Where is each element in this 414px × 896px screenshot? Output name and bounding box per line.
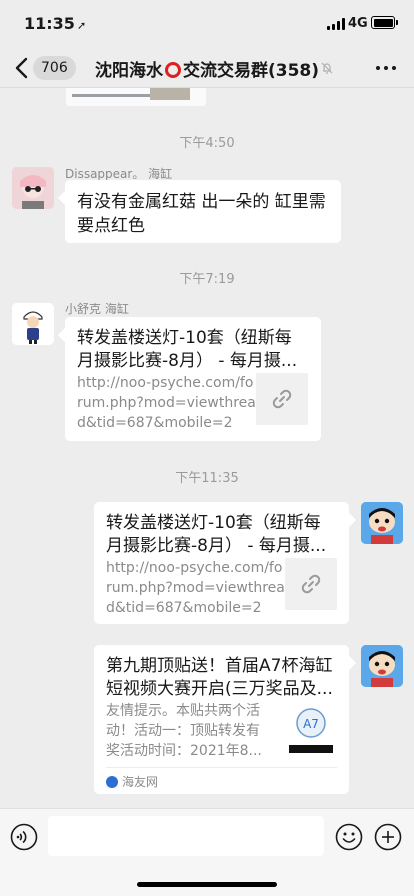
- time-divider: 下午7:19: [179, 272, 235, 287]
- article-card-desc-line: 友情提示。本贴共两个活: [106, 703, 260, 719]
- article-card-desc: 友情提示。本贴共两个活 动！活动一：顶贴转发有 奖活动时间：2021年8...: [106, 701, 262, 761]
- red-circle-icon: [164, 62, 181, 78]
- link-card[interactable]: 转发盖楼送灯-10套（纽斯每 月摄影比赛-8月） - 每月摄... http:/…: [94, 502, 349, 624]
- link-thumbnail: [256, 373, 308, 425]
- status-time: 11:35 ➚: [24, 14, 86, 33]
- article-thumbnail: A7: [283, 701, 339, 757]
- sender-name: 小舒克 海缸: [65, 302, 129, 316]
- link-card-url-line: d&tid=687&mobile=2: [77, 415, 233, 431]
- link-card-title: 转发盖楼送灯-10套（纽斯每 月摄影比赛-8月） - 每月摄...: [106, 512, 326, 558]
- avatar[interactable]: [12, 167, 54, 209]
- svg-text:A7: A7: [303, 717, 319, 731]
- article-card-desc-line: 奖活动时间：2021年8...: [106, 743, 262, 759]
- article-card-desc-line: 动！活动一：顶贴转发有: [106, 723, 260, 739]
- emoji-icon[interactable]: [335, 823, 363, 851]
- signal-icon: [327, 18, 345, 30]
- battery-icon: [371, 16, 398, 29]
- network-type: 4G: [348, 16, 368, 31]
- article-source: 海友网: [106, 773, 158, 790]
- link-card-url-line: http://noo-psyche.com/fo: [77, 375, 254, 391]
- avatar-self-image: [361, 502, 403, 544]
- link-card-url-line: d&tid=687&mobile=2: [106, 600, 262, 616]
- chain-link-icon: [272, 389, 292, 409]
- link-card-url-line: http://noo-psyche.com/fo: [106, 560, 283, 576]
- voice-input-icon[interactable]: [10, 823, 38, 851]
- link-thumbnail: [285, 558, 337, 610]
- link-card-title-line: 转发盖楼送灯-10套（纽斯每: [106, 513, 321, 533]
- chain-link-icon: [301, 574, 321, 594]
- plus-icon[interactable]: [374, 823, 402, 851]
- link-card[interactable]: 转发盖楼送灯-10套（纽斯每 月摄影比赛-8月） - 每月摄... http:/…: [65, 317, 321, 441]
- link-card-url: http://noo-psyche.com/fo rum.php?mod=vie…: [106, 558, 285, 618]
- article-card-title: 第九期顶贴送！首届A7杯海缸 短视频大赛开启(三万奖品及...: [106, 655, 333, 701]
- message-text-line: 要点红色: [77, 216, 145, 236]
- message-text-line: 有没有金属红菇 出一朵的 缸里需: [77, 192, 326, 212]
- source-logo-icon: [106, 776, 118, 788]
- more-options-icon[interactable]: [376, 66, 396, 70]
- avatar-xiaoshuke-image: [12, 303, 54, 345]
- nav-bar: 706 沈阳海水 交流交易群(358): [0, 48, 414, 88]
- avatar[interactable]: [361, 645, 403, 687]
- home-indicator: [137, 882, 277, 887]
- avatar[interactable]: [12, 303, 54, 345]
- link-card-url-line: rum.php?mod=viewthrea: [106, 580, 285, 596]
- article-card-title-line: 第九期顶贴送！首届A7杯海缸: [106, 656, 333, 676]
- avatar-dissappear-image: [12, 167, 54, 209]
- link-card-title-line: 月摄影比赛-8月） - 每月摄...: [77, 351, 298, 371]
- chat-title-part2: 交流交易群(358): [182, 61, 320, 81]
- status-bar: 11:35 ➚ 4G: [0, 0, 414, 48]
- article-card-title-line: 短视频大赛开启(三万奖品及...: [106, 679, 333, 699]
- mute-bell-icon: [321, 62, 333, 74]
- link-card-title: 转发盖楼送灯-10套（纽斯每 月摄影比赛-8月） - 每月摄...: [77, 327, 297, 373]
- chat-title-part1: 沈阳海水: [94, 61, 163, 81]
- location-icon: ➚: [76, 19, 87, 32]
- time-divider: 下午4:50: [179, 136, 235, 151]
- article-card[interactable]: 第九期顶贴送！首届A7杯海缸 短视频大赛开启(三万奖品及... 友情提示。本贴共…: [94, 645, 349, 794]
- message-bubble[interactable]: 有没有金属红菇 出一朵的 缸里需 要点红色: [65, 180, 341, 243]
- avatar[interactable]: [361, 502, 403, 544]
- article-thumbnail-image: A7: [283, 701, 339, 757]
- card-divider: [106, 767, 337, 768]
- link-card-title-line: 月摄影比赛-8月） - 每月摄...: [106, 536, 327, 556]
- time-divider: 下午11:35: [175, 471, 239, 486]
- avatar-self-image: [361, 645, 403, 687]
- link-card-title-line: 转发盖楼送灯-10套（纽斯每: [77, 328, 292, 348]
- clock-text: 11:35: [24, 14, 75, 33]
- chat-title: 沈阳海水 交流交易群(358): [0, 56, 414, 81]
- link-card-url: http://noo-psyche.com/fo rum.php?mod=vie…: [77, 373, 256, 433]
- previous-message-snippet[interactable]: [66, 88, 206, 106]
- link-card-url-line: rum.php?mod=viewthrea: [77, 395, 256, 411]
- source-name: 海友网: [122, 775, 159, 789]
- message-input[interactable]: [48, 816, 324, 856]
